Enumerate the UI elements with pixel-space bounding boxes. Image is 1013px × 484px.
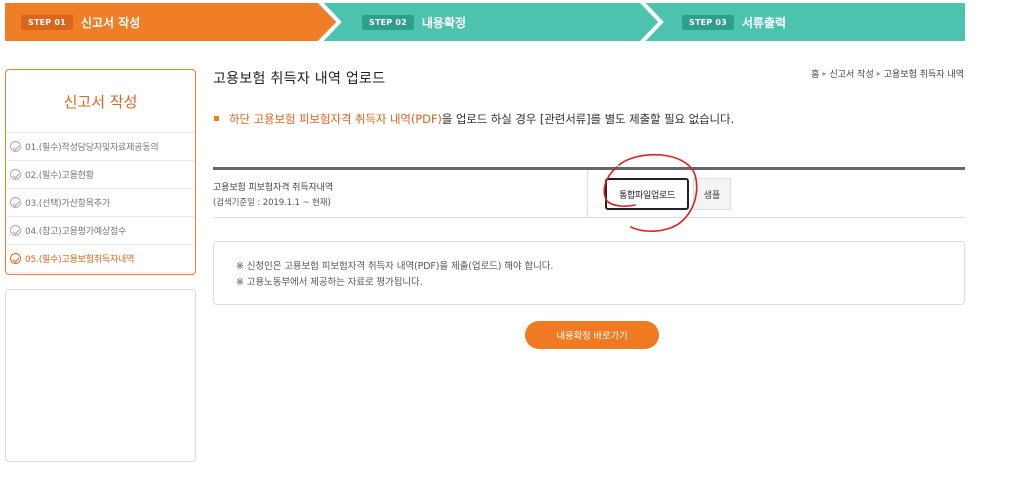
step-3[interactable]: STEP 03 서류출력 — [682, 3, 786, 41]
step-bar-background — [5, 3, 965, 41]
chevron-right-icon: ▸ — [876, 69, 881, 78]
upload-notice: 하단 고용보험 피보험자격 취득자 내역(PDF)을 업로드 하실 경우 [관련… — [213, 111, 734, 127]
check-circle-icon — [10, 141, 21, 152]
upload-row-label: 고용보험 피보험자격 취득자내역 — [213, 183, 334, 193]
check-circle-icon — [10, 253, 21, 264]
sidebar-item-employment-status[interactable]: 02.(필수)고용현황 — [6, 161, 195, 189]
sidebar-item-bonus-items[interactable]: 03.(선택)가산항목추가 — [6, 189, 195, 217]
step-1[interactable]: STEP 01 신고서 작성 — [21, 3, 140, 41]
bullet-icon — [214, 116, 219, 121]
chevron-right-icon: ▸ — [822, 69, 827, 78]
notice-highlight: 하단 고용보험 피보험자격 취득자 내역(PDF) — [229, 112, 442, 126]
info-line-2: ※ 고용노동부에서 제공하는 자료로 평가됩니다. — [236, 277, 423, 288]
step-2-badge: STEP 02 — [362, 14, 414, 30]
breadcrumb: 홈 ▸ 신고서 작성 ▸ 고용보험 취득자 내역 — [811, 67, 964, 80]
upload-table: 고용보험 피보험자격 취득자내역 (검색기준일 : 2019.1.1 ~ 현재)… — [213, 167, 965, 218]
check-circle-icon — [10, 197, 21, 208]
notice-text: 을 업로드 하실 경우 [관련서류]를 별도 제출할 필요 없습니다. — [441, 112, 735, 126]
step-2[interactable]: STEP 02 내용확정 — [362, 3, 466, 41]
breadcrumb-section[interactable]: 신고서 작성 — [829, 67, 873, 80]
goto-confirm-button[interactable]: 내용확정 바로가기 — [525, 321, 659, 349]
sidebar-item-label: 03.(선택)가산항목추가 — [25, 199, 110, 209]
sidebar-title: 신고서 작성 — [6, 70, 195, 133]
integrated-file-upload-button[interactable]: 통합파일업로드 — [605, 178, 689, 210]
sidebar-item-consent[interactable]: 01.(필수)작성담당자및자료제공동의 — [6, 133, 195, 161]
breadcrumb-current: 고용보험 취득자 내역 — [883, 70, 964, 80]
check-circle-icon — [10, 169, 21, 180]
step-1-label: 신고서 작성 — [80, 15, 141, 30]
breadcrumb-home[interactable]: 홈 — [811, 67, 819, 80]
sidebar-item-label: 05.(필수)고용보험취득자내역 — [25, 255, 135, 265]
upload-row-sublabel: (검색기준일 : 2019.1.1 ~ 현재) — [213, 198, 331, 208]
info-box: ※ 신청인은 고용보험 피보험자격 취득자 내역(PDF)을 제출(업로드) 해… — [213, 241, 965, 305]
page-title: 고용보험 취득자 내역 업로드 — [213, 71, 386, 87]
step-3-badge: STEP 03 — [682, 14, 734, 30]
sidebar-item-expected-score[interactable]: 04.(참고)고용평가예상점수 — [6, 217, 195, 245]
upload-row-label-cell: 고용보험 피보험자격 취득자내역 (검색기준일 : 2019.1.1 ~ 현재) — [213, 170, 588, 217]
check-circle-icon — [10, 225, 21, 236]
step-3-label: 서류출력 — [741, 15, 787, 30]
sample-button[interactable]: 샘플 — [693, 178, 731, 210]
sidebar-item-label: 04.(참고)고용평가예상점수 — [25, 227, 127, 237]
sidebar-empty-panel — [5, 289, 196, 462]
step-progress-bar: STEP 01 신고서 작성 STEP 02 내용확정 STEP 03 서류출력 — [5, 3, 965, 41]
step-2-label: 내용확정 — [421, 15, 467, 30]
step-1-badge: STEP 01 — [21, 14, 73, 30]
sidebar-menu: 신고서 작성 01.(필수)작성담당자및자료제공동의 02.(필수)고용현황 0… — [5, 69, 196, 275]
info-line-1: ※ 신청인은 고용보험 피보험자격 취득자 내역(PDF)을 제출(업로드) 해… — [236, 261, 554, 272]
sidebar-item-label: 02.(필수)고용현황 — [25, 171, 94, 181]
sidebar-item-label: 01.(필수)작성담당자및자료제공동의 — [25, 143, 159, 153]
sidebar-item-insurance-acquirers[interactable]: 05.(필수)고용보험취득자내역 — [6, 245, 195, 273]
